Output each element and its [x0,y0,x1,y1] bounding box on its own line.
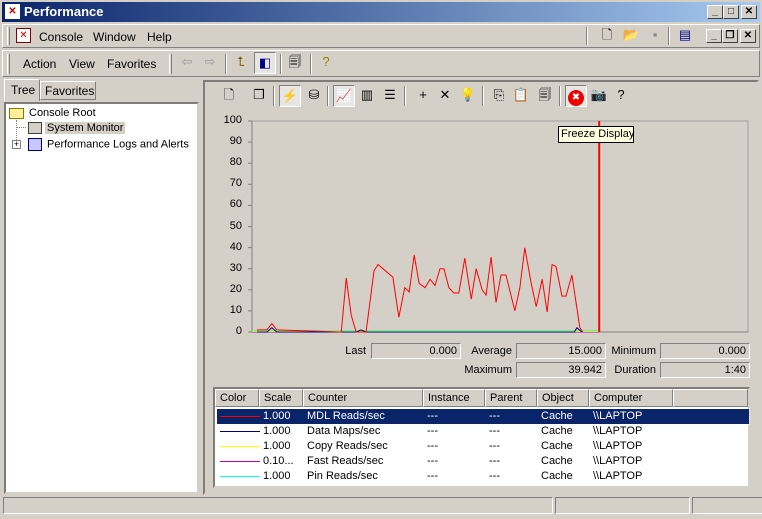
cell-parent: --- [489,455,500,467]
cell-scale: 1.000 [263,410,291,422]
column-header-scale[interactable]: Scale [259,389,303,407]
cell-object: Cache [541,455,573,467]
cell-parent: --- [489,410,500,422]
color-swatch [220,446,260,447]
column-header-color[interactable]: Color [215,389,259,407]
minimum-value: 0.000 [660,343,750,359]
cell-object: Cache [541,410,573,422]
column-header-object[interactable]: Object [537,389,589,407]
tooltip: Freeze Display [558,126,634,143]
column-header-instance[interactable]: Instance [423,389,485,407]
cell-instance: --- [427,470,438,482]
cell-computer: \\LAPTOP [593,425,643,437]
plot-area [251,120,749,333]
cell-parent: --- [489,425,500,437]
cell-instance: --- [427,440,438,452]
cell-parent: --- [489,470,500,482]
cell-counter: MDL Reads/sec [307,410,385,422]
cell-instance: --- [427,410,438,422]
status-pane-3 [692,497,762,514]
counter-row[interactable]: 0.10... Fast Reads/sec --- --- Cache \\LAPTOP [217,454,749,469]
cell-parent: --- [489,440,500,452]
cell-scale: 1.000 [263,440,291,452]
cell-object: Cache [541,440,573,452]
average-label: Average [471,345,512,357]
counter-row[interactable]: 1.000 Pin Reads/sec --- --- Cache \\LAPTOP [217,469,749,484]
cell-computer: \\LAPTOP [593,470,643,482]
counter-row[interactable]: 1.000 Copy Reads/sec --- --- Cache \\LAPTOP [217,439,749,454]
color-swatch [220,416,260,417]
cell-scale: 1.000 [263,425,291,437]
column-header-counter[interactable]: Counter [303,389,423,407]
average-value: 15.000 [516,343,606,359]
column-header-parent[interactable]: Parent [485,389,537,407]
cell-object: Cache [541,425,573,437]
status-pane-main [3,497,553,514]
cell-scale: 1.000 [263,470,291,482]
color-swatch [220,431,260,432]
cell-computer: \\LAPTOP [593,440,643,452]
maximum-label: Maximum [464,364,512,376]
minimum-label: Minimum [611,345,656,357]
cell-instance: --- [427,455,438,467]
column-header-filler [673,389,748,407]
cell-instance: --- [427,425,438,437]
cell-scale: 0.10... [263,455,294,467]
column-header-computer[interactable]: Computer [589,389,673,407]
duration-label: Duration [614,364,656,376]
counter-row[interactable]: 1.000 Data Maps/sec --- --- Cache \\LAPTOP [217,424,749,439]
counter-list[interactable]: Color Scale Counter Instance Parent Object Com… [213,387,750,488]
last-label: Last [345,345,366,357]
counter-row[interactable]: 1.000 MDL Reads/sec --- --- Cache \\LAPTOP [216,408,750,425]
maximum-value: 39.942 [516,362,606,378]
cell-counter: Data Maps/sec [307,425,381,437]
cell-computer: \\LAPTOP [593,455,643,467]
duration-value: 1:40 [660,362,750,378]
cell-counter: Copy Reads/sec [307,440,388,452]
status-pane-2 [555,497,690,514]
cell-counter: Pin Reads/sec [307,470,378,482]
color-swatch [220,476,260,477]
cell-computer: \\LAPTOP [593,410,643,422]
cell-counter: Fast Reads/sec [307,455,384,467]
cell-object: Cache [541,470,573,482]
color-swatch [220,461,260,462]
last-value: 0.000 [371,343,461,359]
